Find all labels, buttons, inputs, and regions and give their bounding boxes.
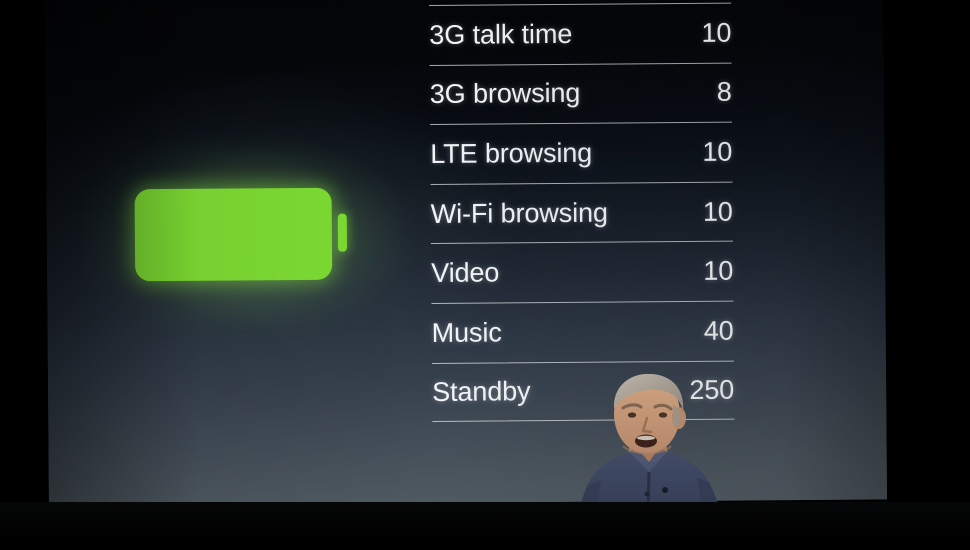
table-row: Standby 250 bbox=[431, 360, 735, 423]
table-row: Video 10 bbox=[430, 240, 734, 303]
row-value: 10 bbox=[701, 17, 732, 48]
row-label: LTE browsing bbox=[430, 137, 593, 169]
table-row: Wi-Fi browsing 10 bbox=[430, 181, 733, 244]
battery-terminal-icon bbox=[337, 213, 348, 252]
row-value: 250 bbox=[689, 374, 735, 405]
battery-graphic bbox=[88, 141, 394, 332]
row-value: 10 bbox=[703, 255, 734, 287]
table-row: 3G talk time 10 bbox=[429, 2, 732, 65]
row-value: 40 bbox=[703, 315, 734, 346]
presentation-slide: 3G talk time 10 3G browsing 8 LTE browsi… bbox=[45, 0, 887, 506]
row-label: 3G browsing bbox=[429, 78, 581, 110]
row-label: Music bbox=[431, 317, 502, 348]
row-label: Wi-Fi browsing bbox=[430, 197, 608, 229]
row-value: 10 bbox=[702, 196, 733, 227]
battery-life-table: 3G talk time 10 3G browsing 8 LTE browsi… bbox=[429, 2, 735, 423]
row-value: 10 bbox=[702, 136, 733, 167]
stage-floor bbox=[0, 502, 970, 550]
row-label: Standby bbox=[432, 376, 531, 407]
row-value: 8 bbox=[716, 77, 732, 108]
battery-body-icon bbox=[134, 187, 333, 282]
row-label: 3G talk time bbox=[429, 18, 573, 50]
stage-scene: 3G talk time 10 3G browsing 8 LTE browsi… bbox=[0, 0, 970, 550]
table-row: Music 40 bbox=[431, 300, 734, 363]
row-label: Video bbox=[431, 257, 500, 289]
table-row: LTE browsing 10 bbox=[430, 121, 733, 184]
table-row: 3G browsing 8 bbox=[429, 62, 733, 125]
